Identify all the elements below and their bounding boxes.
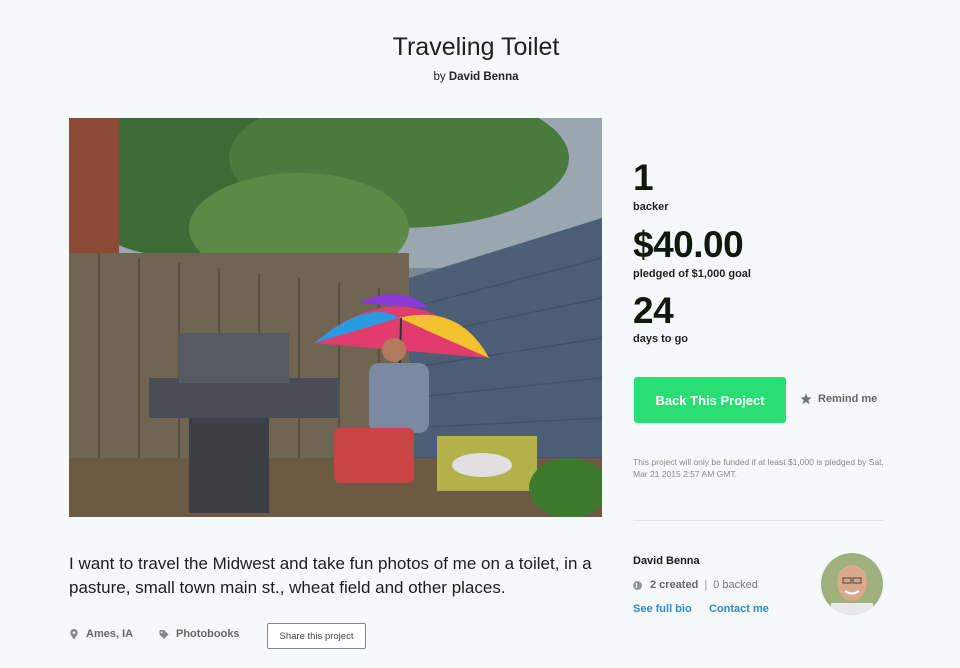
category-link[interactable]: Photobooks — [159, 628, 240, 640]
byline-prefix: by — [433, 71, 446, 83]
backers-label: backer — [633, 201, 669, 213]
project-blurb: I want to travel the Midwest and take fu… — [69, 554, 592, 597]
remind-me-label: Remind me — [818, 393, 878, 405]
stats-separator: | — [704, 579, 708, 591]
byline-creator[interactable]: David Benna — [449, 71, 519, 83]
location-link[interactable]: Ames, IA — [69, 628, 133, 640]
byline: by David Benna — [0, 71, 952, 83]
remind-me-button[interactable]: Remind me — [800, 393, 877, 405]
hero-photo — [69, 118, 602, 517]
backers-count: 1 — [633, 157, 654, 198]
kickstarter-icon — [633, 580, 642, 590]
back-project-button[interactable]: Back This Project — [634, 377, 786, 423]
see-full-bio-link[interactable]: See full bio — [633, 603, 692, 615]
tag-icon — [159, 629, 169, 639]
pledged-amount: $40.00 — [633, 224, 744, 265]
days-left-label: days to go — [633, 333, 689, 345]
creator-name[interactable]: David Benna — [633, 555, 700, 567]
divider — [633, 520, 883, 521]
star-icon — [800, 393, 812, 405]
funding-note: This project will only be funded if at l… — [633, 457, 884, 479]
backed-count: 0 backed — [713, 579, 758, 591]
location-label: Ames, IA — [86, 628, 134, 640]
category-label: Photobooks — [176, 628, 240, 640]
project-title: Traveling Toilet — [392, 33, 560, 61]
creator-stats: 2 created | 0 backed — [633, 579, 758, 591]
avatar[interactable] — [821, 553, 883, 615]
pledged-label: pledged of $1,000 goal — [633, 268, 751, 280]
days-left-count: 24 — [633, 290, 674, 331]
created-count: 2 created — [650, 579, 699, 591]
creator-photo — [821, 553, 883, 615]
contact-me-link[interactable]: Contact me — [709, 603, 769, 615]
project-hero-image[interactable] — [69, 118, 602, 517]
map-pin-icon — [70, 628, 78, 640]
share-project-button[interactable]: Share this project — [267, 623, 366, 649]
